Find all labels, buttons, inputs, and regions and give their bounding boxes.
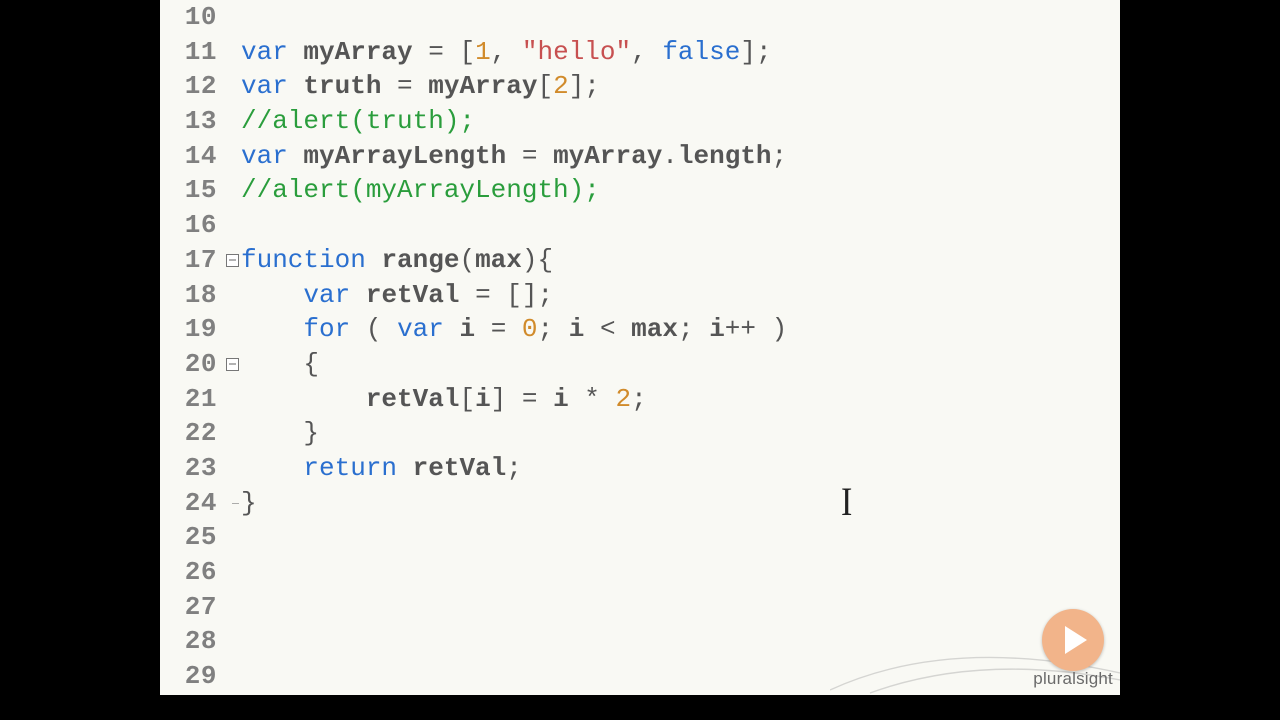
- line-number: 10: [160, 0, 223, 35]
- fold-collapse-icon[interactable]: [226, 254, 239, 267]
- code-content[interactable]: var retVal = [];: [241, 278, 1120, 313]
- code-line[interactable]: 28: [160, 624, 1120, 659]
- line-number: 25: [160, 520, 223, 555]
- line-number: 27: [160, 590, 223, 625]
- line-number: 24: [160, 486, 223, 521]
- code-content[interactable]: {: [241, 347, 1120, 382]
- line-number: 29: [160, 659, 223, 694]
- play-icon[interactable]: [1042, 609, 1104, 671]
- line-number: 23: [160, 451, 223, 486]
- code-content[interactable]: //alert(myArrayLength);: [241, 173, 1120, 208]
- code-line[interactable]: 18 var retVal = [];: [160, 278, 1120, 313]
- line-number: 16: [160, 208, 223, 243]
- code-line[interactable]: 25: [160, 520, 1120, 555]
- code-line[interactable]: 20 {: [160, 347, 1120, 382]
- code-line[interactable]: 11 var myArray = [1, "hello", false];: [160, 35, 1120, 70]
- code-line[interactable]: 16: [160, 208, 1120, 243]
- code-line[interactable]: 19 for ( var i = 0; i < max; i++ ): [160, 312, 1120, 347]
- text-cursor-icon: I: [841, 478, 852, 525]
- line-number: 26: [160, 555, 223, 590]
- code-line[interactable]: 23 return retVal;: [160, 451, 1120, 486]
- code-content[interactable]: var myArrayLength = myArray.length;: [241, 139, 1120, 174]
- code-line[interactable]: 24}: [160, 486, 1120, 521]
- code-line[interactable]: 21 retVal[i] = i * 2;: [160, 382, 1120, 417]
- code-line[interactable]: 12 var truth = myArray[2];: [160, 69, 1120, 104]
- line-number: 20: [160, 347, 223, 382]
- code-content[interactable]: var truth = myArray[2];: [241, 69, 1120, 104]
- line-number: 28: [160, 624, 223, 659]
- code-line[interactable]: 15 //alert(myArrayLength);: [160, 173, 1120, 208]
- code-content[interactable]: retVal[i] = i * 2;: [241, 382, 1120, 417]
- code-line[interactable]: 26: [160, 555, 1120, 590]
- provider-logo[interactable]: pluralsight: [1033, 609, 1113, 689]
- code-line[interactable]: 10: [160, 0, 1120, 35]
- fold-collapse-icon[interactable]: [226, 358, 239, 371]
- code-content[interactable]: function range(max){: [241, 243, 1120, 278]
- code-content[interactable]: var myArray = [1, "hello", false];: [241, 35, 1120, 70]
- line-number: 18: [160, 278, 223, 313]
- fold-gutter[interactable]: [223, 358, 241, 371]
- code-content[interactable]: //alert(truth);: [241, 104, 1120, 139]
- line-number: 12: [160, 69, 223, 104]
- video-stage: 1011var myArray = [1, "hello", false];12…: [0, 0, 1280, 720]
- brand-label: pluralsight: [1033, 669, 1113, 689]
- line-number: 15: [160, 173, 223, 208]
- line-number: 21: [160, 382, 223, 417]
- line-number: 17: [160, 243, 223, 278]
- code-line[interactable]: 14 var myArrayLength = myArray.length;: [160, 139, 1120, 174]
- line-number: 22: [160, 416, 223, 451]
- code-content[interactable]: for ( var i = 0; i < max; i++ ): [241, 312, 1120, 347]
- fold-gutter[interactable]: [223, 254, 241, 267]
- letterbox-bottom: [160, 695, 1120, 720]
- line-number: 13: [160, 104, 223, 139]
- code-content[interactable]: }: [241, 486, 1120, 521]
- code-line[interactable]: 13 //alert(truth);: [160, 104, 1120, 139]
- line-number: 19: [160, 312, 223, 347]
- code-line[interactable]: 29: [160, 659, 1120, 694]
- code-editor[interactable]: 1011var myArray = [1, "hello", false];12…: [160, 0, 1120, 695]
- code-content[interactable]: return retVal;: [241, 451, 1120, 486]
- line-number: 14: [160, 139, 223, 174]
- code-line[interactable]: 22 }: [160, 416, 1120, 451]
- code-line[interactable]: 27: [160, 590, 1120, 625]
- line-number: 11: [160, 35, 223, 70]
- code-line[interactable]: 17 function range(max){: [160, 243, 1120, 278]
- code-content[interactable]: }: [241, 416, 1120, 451]
